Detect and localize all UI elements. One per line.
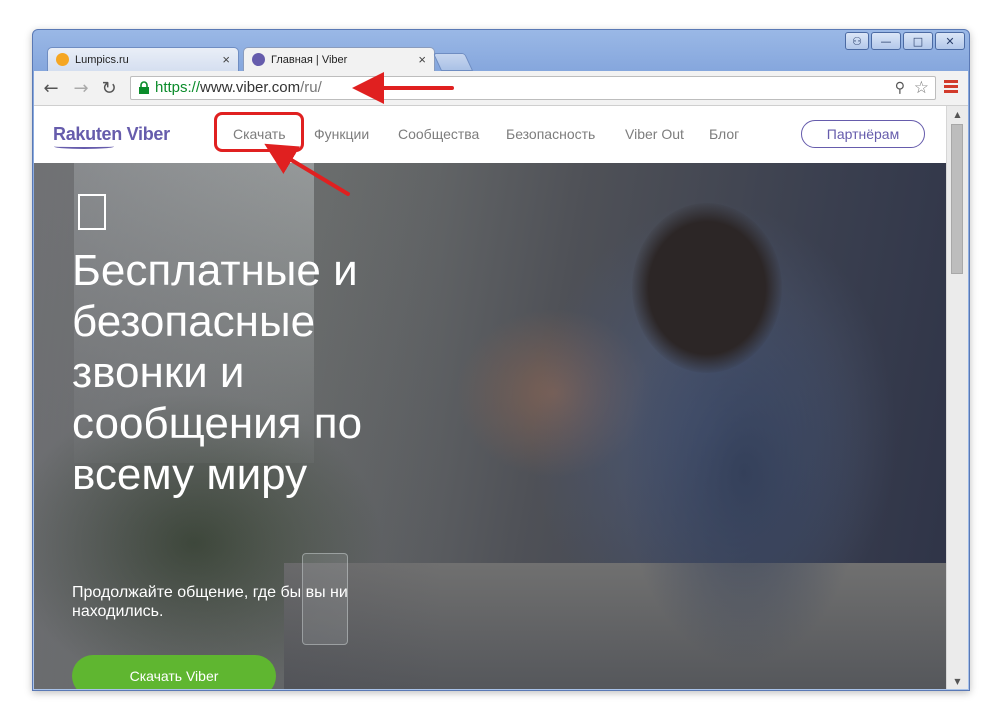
address-bar[interactable]: https://www.viber.com/ru/ ⚲ ☆: [130, 76, 936, 100]
maximize-button[interactable]: □: [903, 32, 933, 50]
hero-title-line: всему миру: [72, 450, 308, 499]
logo-swoosh: [54, 144, 114, 149]
vertical-scrollbar[interactable]: ▲ ▼: [946, 106, 968, 689]
tab-title: Главная | Viber: [271, 53, 348, 66]
hero-subtitle: Продолжайте общение, где бы вы ни находи…: [72, 583, 412, 621]
nav-features[interactable]: Функции: [314, 126, 369, 142]
nav-blog[interactable]: Блог: [709, 126, 739, 142]
url-scheme: https://: [155, 79, 201, 96]
browser-toolbar: ← → ↻ https://www.viber.com/ru/ ⚲ ☆: [34, 71, 968, 106]
page-viewport: Rakuten Viber Скачать Функции Сообщества…: [34, 106, 968, 689]
hero-title-line: Бесплатные и: [72, 246, 358, 295]
close-window-button[interactable]: ✕: [935, 32, 965, 50]
reload-icon[interactable]: ↻: [98, 77, 120, 99]
hero-title-line: звонки и: [72, 348, 245, 397]
tab-viber[interactable]: Главная | Viber ×: [243, 47, 435, 71]
hero-section: Бесплатные и безопасные звонки и сообщен…: [34, 163, 946, 689]
zoom-icon[interactable]: ⚲: [895, 80, 905, 96]
menu-icon[interactable]: [944, 80, 958, 95]
window-controls: ⚇ — □ ✕: [843, 32, 965, 50]
back-arrow-icon[interactable]: ←: [40, 77, 62, 99]
partners-button[interactable]: Партнёрам: [801, 120, 925, 148]
tab-lumpics[interactable]: Lumpics.ru ×: [47, 47, 239, 71]
hero-subtitle-line: находились.: [72, 603, 164, 620]
minimize-button[interactable]: —: [871, 32, 901, 50]
lock-icon: [139, 81, 149, 94]
viber-logo[interactable]: Rakuten Viber: [53, 124, 170, 145]
nav-security[interactable]: Безопасность: [506, 126, 595, 142]
hero-title: Бесплатные и безопасные звонки и сообщен…: [72, 245, 472, 500]
scroll-up-icon[interactable]: ▲: [947, 106, 968, 122]
url-host: www.viber.com: [200, 79, 301, 96]
tab-close-icon[interactable]: ×: [418, 52, 426, 67]
scroll-thumb[interactable]: [951, 124, 963, 274]
nav-communities[interactable]: Сообщества: [398, 126, 479, 142]
annotation-highlight-box: [214, 112, 304, 152]
bookmark-star-icon[interactable]: ☆: [914, 78, 929, 98]
hero-title-line: сообщения по: [72, 399, 363, 448]
lumpics-favicon-icon: [56, 53, 69, 66]
hero-phone-icon: [78, 194, 106, 230]
tab-close-icon[interactable]: ×: [222, 52, 230, 67]
tab-title: Lumpics.ru: [75, 53, 129, 66]
url-path: /ru/: [300, 79, 322, 96]
nav-viber-out[interactable]: Viber Out: [625, 126, 684, 142]
site-header: Rakuten Viber Скачать Функции Сообщества…: [34, 106, 946, 163]
scroll-down-icon[interactable]: ▼: [947, 673, 968, 689]
download-viber-button[interactable]: Скачать Viber: [72, 655, 276, 689]
hero-title-line: безопасные: [72, 297, 316, 346]
hero-subtitle-line: Продолжайте общение, где бы вы ни: [72, 584, 348, 601]
new-tab-button[interactable]: [432, 53, 474, 71]
forward-arrow-icon[interactable]: →: [70, 77, 92, 99]
url-text: https://www.viber.com/ru/: [155, 79, 322, 96]
viber-favicon-icon: [252, 53, 265, 66]
browser-window: ⚇ — □ ✕ Lumpics.ru × Главная | Viber × ←…: [32, 29, 970, 691]
profile-icon[interactable]: ⚇: [845, 32, 869, 50]
